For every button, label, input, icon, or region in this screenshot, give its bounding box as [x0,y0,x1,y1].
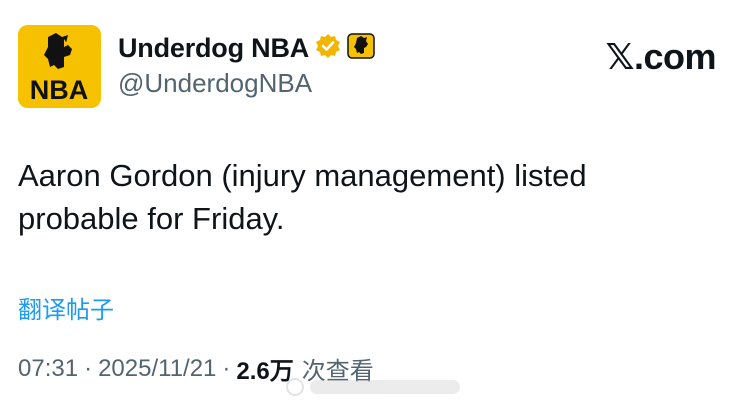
watermark-icon [286,378,304,396]
avatar[interactable]: NBA [18,25,101,108]
site-label-text: 𝕏.com [605,36,716,77]
tweet-card: NBA Underdog NBA @UnderdogNBA 𝕏.com Aaro… [0,0,750,409]
avatar-text: NBA [30,75,89,105]
tweet-date[interactable]: 2025/11/21 [98,355,216,383]
tweet-text: Aaron Gordon (injury management) listed … [18,154,718,240]
watermark-bar [310,380,460,394]
separator: · [222,354,231,382]
tweet-text-line: Aaron Gordon (injury management) listed [18,158,587,193]
underdog-logo-icon: NBA [18,25,101,108]
watermark [286,378,460,396]
tweet-text-line: probable for Friday. [18,201,285,236]
affiliate-badge-icon[interactable] [347,33,375,64]
translate-link[interactable]: 翻译帖子 [18,290,114,325]
name-row: Underdog NBA [118,33,375,64]
verified-badge-icon[interactable] [315,33,341,64]
handle[interactable]: @UnderdogNBA [118,68,312,99]
site-label: 𝕏.com [605,36,716,78]
display-name[interactable]: Underdog NBA [118,33,309,64]
tweet-time[interactable]: 07:31 [18,355,78,383]
separator: · [84,354,93,382]
